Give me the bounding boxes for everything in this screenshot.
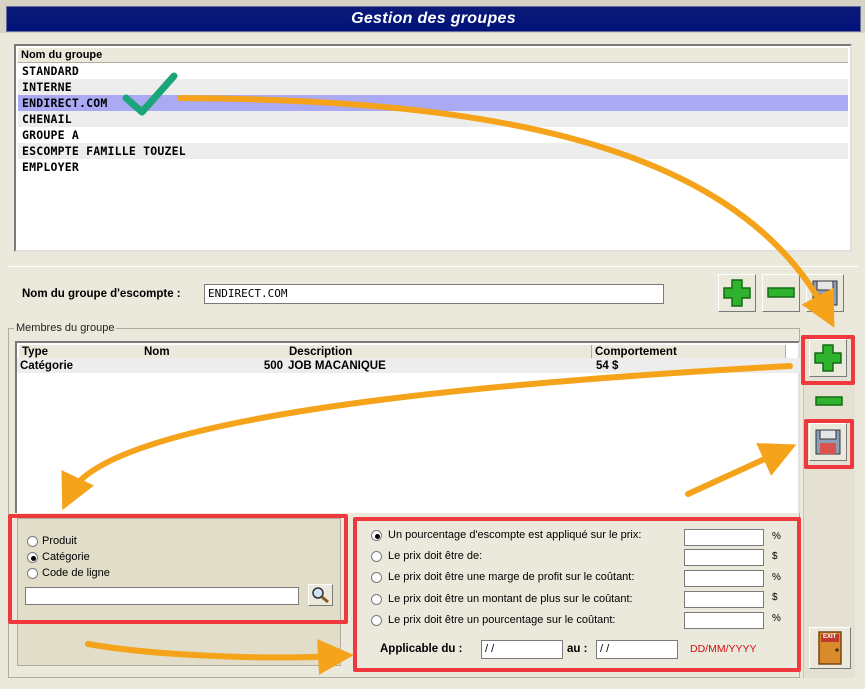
arrow-list-to-tools xyxy=(177,95,835,328)
arrow-type-to-pricing xyxy=(85,638,354,675)
arrow-add-to-type xyxy=(61,363,793,511)
arrow-pricing-to-save xyxy=(685,443,797,497)
annotation-arrows xyxy=(61,95,835,675)
